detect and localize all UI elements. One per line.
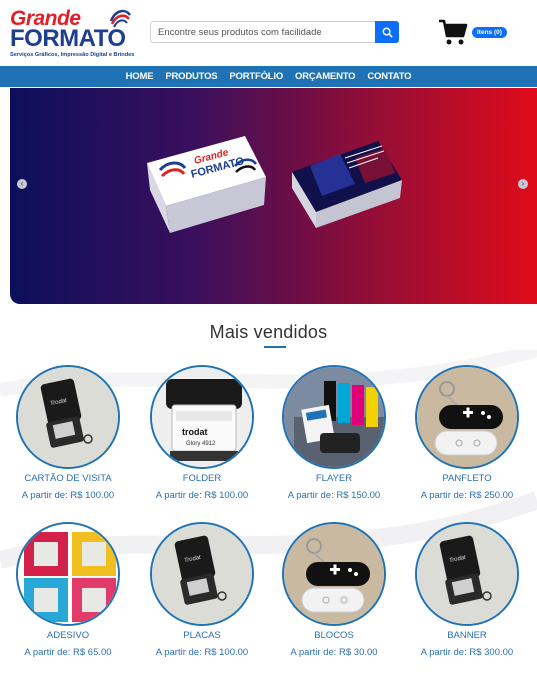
svg-text:Glory 4912: Glory 4912 <box>186 441 216 447</box>
site-header: Grande FORMATO Serviços Gráficos, Impres… <box>0 0 537 66</box>
title-underline <box>264 346 286 348</box>
logo-tagline: Serviços Gráficos, Impressão Digital e B… <box>10 52 135 58</box>
product-card[interactable]: ADESIVO A partir de: R$ 65.00 <box>2 522 134 658</box>
product-card[interactable]: trodat Glory 4912 FOLDER A partir de: R$ … <box>136 365 268 501</box>
product-card[interactable]: BLOCOS A partir de: R$ 30.00 <box>268 522 400 658</box>
nav-home[interactable]: HOME <box>126 71 154 82</box>
product-name[interactable]: PANFLETO <box>401 473 533 484</box>
product-name[interactable]: ADESIVO <box>2 630 134 641</box>
product-name[interactable]: CARTÃO DE VISITA <box>2 473 134 484</box>
svg-text:trodat: trodat <box>182 427 208 437</box>
best-sellers-title: Mais vendidos <box>209 322 328 342</box>
nav-produtos[interactable]: PRODUTOS <box>165 71 217 82</box>
product-card[interactable]: Trodat CARTÃO DE VISITA A partir de: R$ 1… <box>2 365 134 501</box>
product-price: A partir de: R$ 100.00 <box>155 647 249 658</box>
product-price: A partir de: R$ 250.00 <box>420 490 514 501</box>
product-image[interactable]: Trodat <box>415 522 519 626</box>
cart-items-badge[interactable]: Itens (0) <box>472 27 507 38</box>
product-card[interactable]: Trodat BANNER A partir de: R$ 300.00 <box>401 522 533 658</box>
product-card[interactable]: PANFLETO A partir de: R$ 250.00 <box>401 365 533 501</box>
search-button[interactable] <box>375 21 399 43</box>
logo-text-bottom: FORMATO <box>10 25 126 52</box>
business-cards-image: Grande FORMATO <box>147 136 402 233</box>
product-name[interactable]: FOLDER <box>136 473 268 484</box>
product-image[interactable] <box>415 365 519 469</box>
product-price: A partir de: R$ 30.00 <box>290 647 378 658</box>
product-name[interactable]: PLACAS <box>136 630 268 641</box>
search-icon <box>382 27 393 38</box>
product-price: A partir de: R$ 65.00 <box>24 647 112 658</box>
product-image[interactable]: Trodat <box>150 522 254 626</box>
product-price: A partir de: R$ 300.00 <box>420 647 514 658</box>
product-image[interactable] <box>16 522 120 626</box>
chevron-left-icon: ‹ <box>20 179 24 188</box>
nav-portfolio[interactable]: PORTFÓLIO <box>229 71 283 82</box>
search-bar <box>150 21 399 43</box>
nav-contato[interactable]: CONTATO <box>367 71 411 82</box>
product-name[interactable]: BLOCOS <box>268 630 400 641</box>
product-image[interactable] <box>282 522 386 626</box>
main-nav: HOME PRODUTOS PORTFÓLIO ORÇAMENTO CONTAT… <box>0 66 537 87</box>
product-image[interactable]: trodat Glory 4912 <box>150 365 254 469</box>
product-name[interactable]: FLAYER <box>268 473 400 484</box>
search-input[interactable] <box>150 21 375 43</box>
banner-next-button[interactable]: › <box>518 179 528 189</box>
nav-orcamento[interactable]: ORÇAMENTO <box>295 71 356 82</box>
product-image[interactable] <box>282 365 386 469</box>
product-price: A partir de: R$ 150.00 <box>287 490 381 501</box>
hero-banner[interactable]: Grande FORMATO ‹ › <box>10 88 537 304</box>
product-card[interactable]: FLAYER A partir de: R$ 150.00 <box>268 365 400 501</box>
chevron-right-icon: › <box>521 179 525 188</box>
brand-logo[interactable]: Grande FORMATO Serviços Gráficos, Impres… <box>10 7 135 59</box>
product-price: A partir de: R$ 100.00 <box>155 490 249 501</box>
cart-icon[interactable] <box>438 17 468 47</box>
banner-prev-button[interactable]: ‹ <box>17 179 27 189</box>
product-card[interactable]: Trodat PLACAS A partir de: R$ 100.00 <box>136 522 268 658</box>
product-image[interactable]: Trodat <box>16 365 120 469</box>
product-name[interactable]: BANNER <box>401 630 533 641</box>
product-price: A partir de: R$ 100.00 <box>21 490 115 501</box>
